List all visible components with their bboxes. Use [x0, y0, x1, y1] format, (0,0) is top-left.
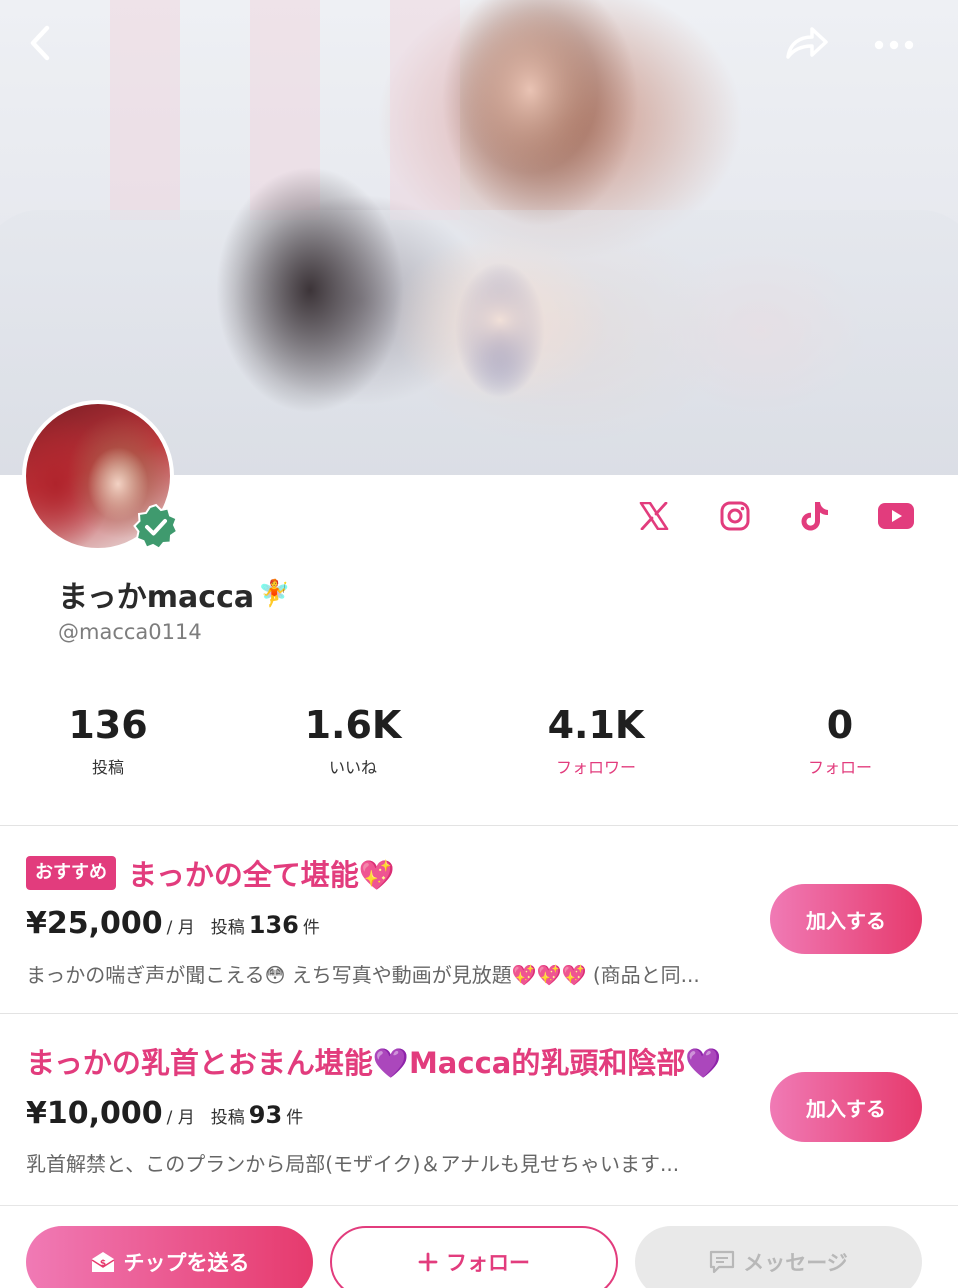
x-link[interactable] — [630, 492, 678, 540]
tiktok-link[interactable] — [791, 492, 839, 540]
follow-button[interactable]: フォロー — [330, 1226, 618, 1288]
stat-likes: 1.6K いいね — [253, 702, 453, 778]
chevron-left-icon — [30, 25, 50, 61]
share-button[interactable] — [780, 20, 832, 66]
plan-posts-count: 136 — [248, 911, 299, 939]
plan-card: まっかの乳首とおまん堪能💜Macca的乳頭和陰部💜 ¥10,000 / 月 投稿… — [0, 1014, 958, 1200]
more-button[interactable] — [868, 22, 920, 68]
plan-title: まっかの全て堪能💖 — [128, 858, 395, 892]
stat-posts-value: 136 — [68, 703, 148, 747]
plan-posts-count: 93 — [248, 1101, 283, 1129]
stat-likes-label: いいね — [328, 758, 377, 777]
cover-image — [0, 0, 958, 475]
share-arrow-icon — [786, 27, 828, 59]
plan-posts-unit: 件 — [286, 1108, 304, 1128]
plan-period: / 月 — [166, 1108, 195, 1128]
plan-period: / 月 — [166, 918, 195, 938]
follow-label: フォロー — [446, 1251, 530, 1275]
plan-posts-label: 投稿 — [210, 1108, 245, 1128]
stat-followers[interactable]: 4.1K フォロワー — [496, 702, 696, 778]
join-button[interactable]: 加入する — [770, 884, 922, 954]
stat-likes-value: 1.6K — [304, 703, 402, 747]
send-tip-button[interactable]: $ チップを送る — [26, 1226, 313, 1288]
plan-title: まっかの乳首とおまん堪能💜Macca的乳頭和陰部💜 — [26, 1046, 722, 1080]
stat-following-label: フォロー — [807, 758, 872, 777]
plan-posts-unit: 件 — [302, 918, 320, 938]
plan-posts-label: 投稿 — [210, 918, 245, 938]
stat-followers-value: 4.1K — [547, 703, 645, 747]
stat-followers-label: フォロワー — [555, 758, 636, 777]
tip-envelope-icon: $ — [91, 1252, 114, 1272]
back-button[interactable] — [18, 20, 64, 66]
instagram-icon — [720, 501, 750, 531]
plan-price: ¥25,000 — [26, 906, 163, 941]
stat-posts-label: 投稿 — [91, 758, 124, 777]
plan-price-row: ¥10,000 / 月 投稿 93 件 — [26, 1096, 303, 1131]
send-tip-label: チップを送る — [123, 1251, 250, 1275]
social-links — [630, 492, 920, 540]
join-button[interactable]: 加入する — [770, 1072, 922, 1142]
username-handle: @macca0114 — [58, 620, 202, 644]
stat-following-value: 0 — [826, 703, 854, 747]
instagram-link[interactable] — [711, 492, 759, 540]
plan-price-row: ¥25,000 / 月 投稿 136 件 — [26, 906, 320, 941]
stat-posts: 136 投稿 — [8, 702, 208, 778]
youtube-icon — [877, 503, 914, 529]
tiktok-icon — [801, 502, 829, 531]
stat-following[interactable]: 0 フォロー — [740, 702, 940, 778]
plan-description: 乳首解禁と、このプランから局部(モザイク)＆アナルも見せちゃいます... — [26, 1152, 680, 1176]
plan-description: まっかの喘ぎ声が聞こえる😳 えち写真や動画が見放題💖💖💖 (商品と同... — [26, 963, 700, 987]
plus-icon — [418, 1252, 438, 1272]
verified-badge-icon — [132, 503, 180, 551]
recommended-badge: おすすめ — [26, 856, 116, 890]
message-button[interactable]: メッセージ — [635, 1226, 922, 1288]
display-name: まっかmacca 🧚 — [58, 572, 291, 616]
profile-stats: 136 投稿 1.6K いいね 4.1K フォロワー 0 フォロー — [0, 702, 958, 782]
message-icon — [710, 1250, 735, 1274]
plan-price: ¥10,000 — [26, 1096, 163, 1131]
message-label: メッセージ — [743, 1251, 848, 1275]
display-name-text: まっかmacca — [58, 580, 255, 615]
ellipsis-icon — [874, 40, 914, 50]
plan-card: おすすめ まっかの全て堪能💖 ¥25,000 / 月 投稿 136 件 まっかの… — [0, 826, 958, 1012]
bottom-action-bar: $ チップを送る フォロー メッセージ — [0, 1205, 958, 1288]
fairy-emoji: 🧚 — [258, 579, 291, 609]
x-icon — [639, 502, 669, 530]
youtube-link[interactable] — [872, 492, 920, 540]
